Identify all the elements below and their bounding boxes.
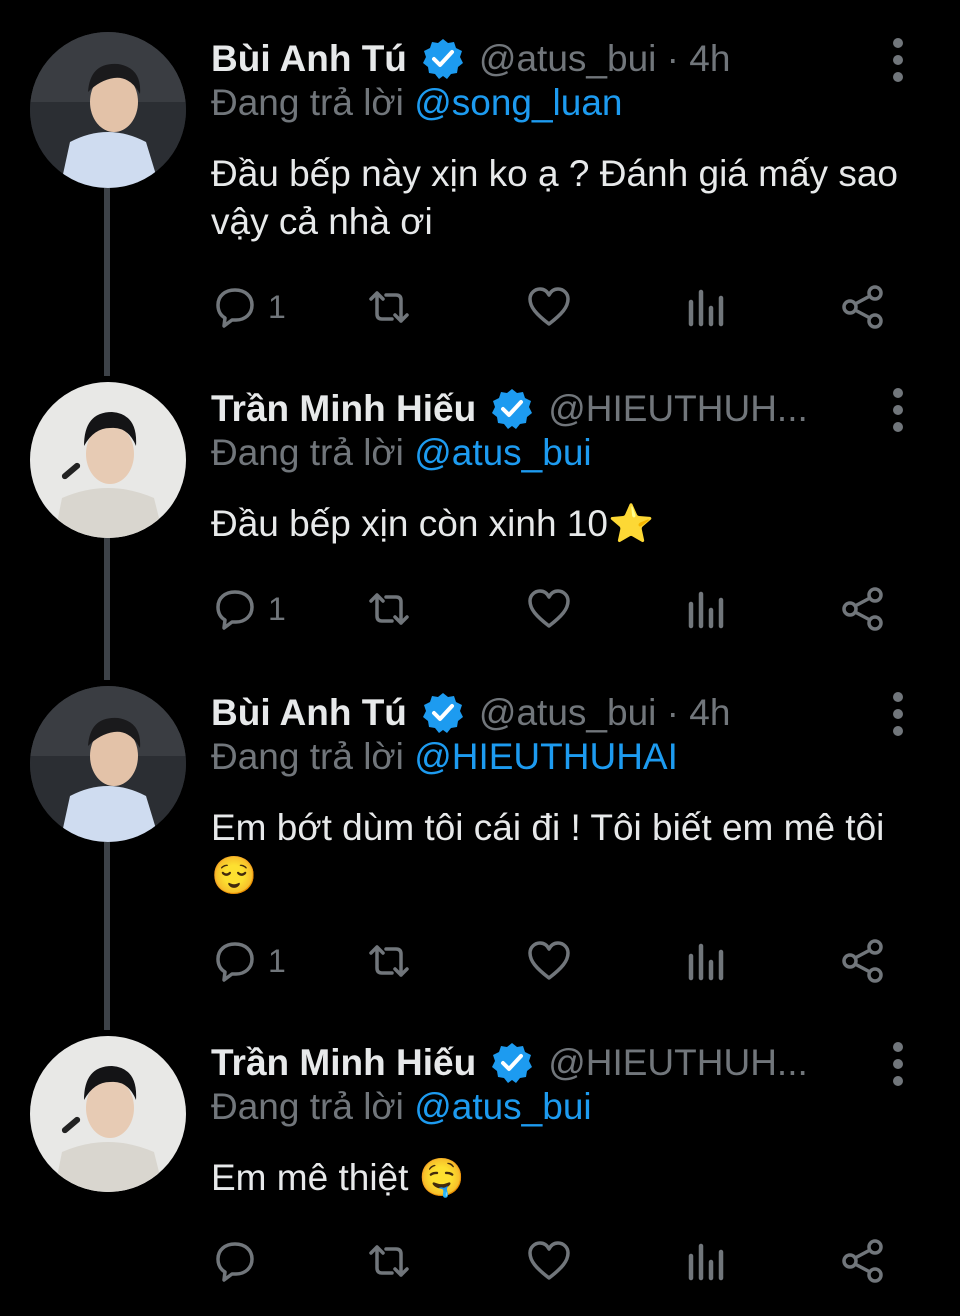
retweet-button[interactable] — [366, 1236, 412, 1286]
analytics-icon — [688, 1243, 724, 1281]
reply-mention-link[interactable]: @song_luan — [414, 82, 622, 123]
analytics-icon — [688, 943, 724, 981]
reply-prefix: Đang trả lời — [211, 82, 404, 123]
heart-icon — [528, 287, 570, 326]
retweet-button[interactable] — [366, 584, 412, 634]
reply-mention-link[interactable]: @atus_bui — [414, 432, 591, 473]
heart-icon — [528, 589, 570, 628]
reply-button[interactable]: 1 — [212, 282, 286, 332]
reply-icon — [216, 942, 254, 982]
tweet-text: Em mê thiệt 🤤 — [211, 1157, 465, 1198]
reply-icon — [216, 288, 254, 328]
retweet-icon — [369, 593, 409, 625]
verified-badge-icon — [421, 37, 465, 81]
like-button[interactable] — [526, 282, 572, 332]
display-name[interactable]: Trần Minh Hiếu — [211, 388, 476, 430]
tweet-text: Em bớt dùm tôi cái đi ! Tôi biết em mê t… — [211, 807, 885, 896]
share-button[interactable] — [840, 282, 886, 332]
retweet-button[interactable] — [366, 282, 412, 332]
handle-and-time[interactable]: @HIEUTHUH... — [548, 1042, 808, 1084]
share-button[interactable] — [840, 936, 886, 986]
more-vertical-icon[interactable] — [886, 692, 910, 736]
reply-button[interactable] — [212, 1236, 268, 1286]
share-button[interactable] — [840, 584, 886, 634]
replying-to: Đang trả lời @atus_bui — [211, 1086, 592, 1128]
avatar[interactable] — [30, 1036, 186, 1192]
share-icon — [842, 1239, 883, 1283]
more-vertical-icon[interactable] — [886, 38, 910, 82]
reply-mention-link[interactable]: @HIEUTHUHAI — [414, 736, 678, 777]
retweet-button[interactable] — [366, 936, 412, 986]
share-button[interactable] — [840, 1236, 886, 1286]
retweet-icon — [369, 291, 409, 323]
reply-button[interactable]: 1 — [212, 584, 286, 634]
avatar[interactable] — [30, 382, 186, 538]
like-button[interactable] — [526, 936, 572, 986]
share-icon — [842, 939, 883, 983]
reply-button[interactable]: 1 — [212, 936, 286, 986]
analytics-button[interactable] — [684, 1236, 730, 1286]
handle-and-time[interactable]: @atus_bui · 4h — [479, 38, 730, 80]
tweet[interactable]: Bùi Anh Tú @atus_bui · 4h Đang trả lời @… — [0, 686, 960, 1006]
replying-to: Đang trả lời @song_luan — [211, 82, 623, 124]
tweet-actions — [0, 1236, 960, 1296]
verified-badge-icon — [490, 387, 534, 431]
heart-icon — [528, 941, 570, 980]
like-button[interactable] — [526, 1236, 572, 1286]
share-icon — [842, 285, 883, 329]
retweet-icon — [369, 1245, 409, 1277]
display-name[interactable]: Bùi Anh Tú — [211, 692, 407, 734]
replying-to: Đang trả lời @HIEUTHUHAI — [211, 736, 678, 778]
share-icon — [842, 587, 883, 631]
more-vertical-icon[interactable] — [886, 1042, 910, 1086]
reply-prefix: Đang trả lời — [211, 736, 404, 777]
tweet-actions: 1 — [0, 936, 960, 996]
verified-badge-icon — [421, 691, 465, 735]
tweet[interactable]: Trần Minh Hiếu @HIEUTHUH... Đang trả lời… — [0, 1036, 960, 1306]
reply-icon — [216, 590, 254, 630]
analytics-button[interactable] — [684, 936, 730, 986]
analytics-icon — [688, 591, 724, 629]
more-vertical-icon[interactable] — [886, 388, 910, 432]
analytics-icon — [688, 289, 724, 327]
handle-and-time[interactable]: @HIEUTHUH... — [548, 388, 808, 430]
tweet[interactable]: Trần Minh Hiếu @HIEUTHUH... Đang trả lời… — [0, 382, 960, 682]
reply-count: 1 — [268, 590, 286, 627]
reply-count: 1 — [268, 288, 286, 325]
tweet-text: Đầu bếp xịn còn xinh 10⭐ — [211, 503, 655, 544]
tweet-actions: 1 — [0, 282, 960, 342]
verified-badge-icon — [490, 1041, 534, 1085]
tweet[interactable]: Bùi Anh Tú @atus_bui · 4h Đang trả lời @… — [0, 32, 960, 352]
analytics-button[interactable] — [684, 584, 730, 634]
heart-icon — [528, 1241, 570, 1280]
avatar[interactable] — [30, 32, 186, 188]
reply-prefix: Đang trả lời — [211, 432, 404, 473]
display-name[interactable]: Bùi Anh Tú — [211, 38, 407, 80]
tweet-actions: 1 — [0, 584, 960, 644]
reply-prefix: Đang trả lời — [211, 1086, 404, 1127]
reply-count: 1 — [268, 942, 286, 979]
handle-and-time[interactable]: @atus_bui · 4h — [479, 692, 730, 734]
reply-mention-link[interactable]: @atus_bui — [414, 1086, 591, 1127]
reply-icon — [216, 1242, 254, 1282]
display-name[interactable]: Trần Minh Hiếu — [211, 1042, 476, 1084]
like-button[interactable] — [526, 584, 572, 634]
avatar[interactable] — [30, 686, 186, 842]
retweet-icon — [369, 945, 409, 977]
tweet-text: Đầu bếp này xịn ko ạ ? Đánh giá mấy sao … — [211, 153, 898, 242]
replying-to: Đang trả lời @atus_bui — [211, 432, 592, 474]
analytics-button[interactable] — [684, 282, 730, 332]
